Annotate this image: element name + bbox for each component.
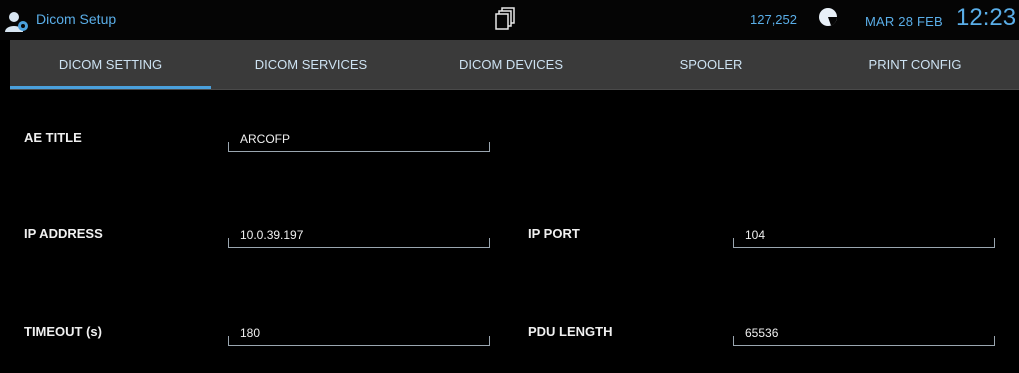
date-readout: MAR 28 FEB (865, 14, 943, 29)
pdu-length-field[interactable]: 65536 (733, 324, 995, 346)
tab-spooler[interactable]: SPOOLER (611, 40, 811, 89)
tab-dicom-devices[interactable]: DICOM DEVICES (411, 40, 611, 89)
ip-port-label: IP PORT (528, 226, 580, 241)
window-title: Dicom Setup (36, 11, 117, 27)
ae-title-value: ARCOFP (240, 132, 291, 146)
ip-port-field[interactable]: 104 (733, 226, 995, 248)
user-settings-icon (5, 12, 28, 32)
tab-dicom-services[interactable]: DICOM SERVICES (211, 40, 411, 89)
ip-address-label: IP ADDRESS (24, 226, 103, 241)
ip-address-field[interactable]: 10.0.39.197 (228, 226, 490, 248)
tab-print-config[interactable]: PRINT CONFIG (811, 40, 1019, 89)
ip-address-value: 10.0.39.197 (240, 228, 304, 242)
ae-title-label: AE TITLE (24, 130, 82, 145)
title-bar: Dicom Setup 127,252 MAR 28 FEB 12:23 (0, 0, 1019, 40)
ae-title-field[interactable]: ARCOFP (228, 130, 490, 152)
pdu-length-value: 65536 (745, 326, 779, 340)
timeout-label: TIMEOUT (s) (24, 324, 102, 339)
counter-readout: 127,252 (750, 12, 797, 27)
timeout-field[interactable]: 180 (228, 324, 490, 346)
pdu-length-label: PDU LENGTH (528, 324, 613, 339)
ip-port-value: 104 (745, 228, 766, 242)
tab-bar: DICOM SETTING DICOM SERVICES DICOM DEVIC… (10, 40, 1019, 90)
disk-usage-pie-icon (819, 8, 837, 26)
tab-dicom-setting[interactable]: DICOM SETTING (10, 40, 211, 89)
documents-icon[interactable] (493, 6, 517, 32)
time-readout: 12:23 (956, 4, 1017, 31)
timeout-value: 180 (240, 326, 261, 340)
